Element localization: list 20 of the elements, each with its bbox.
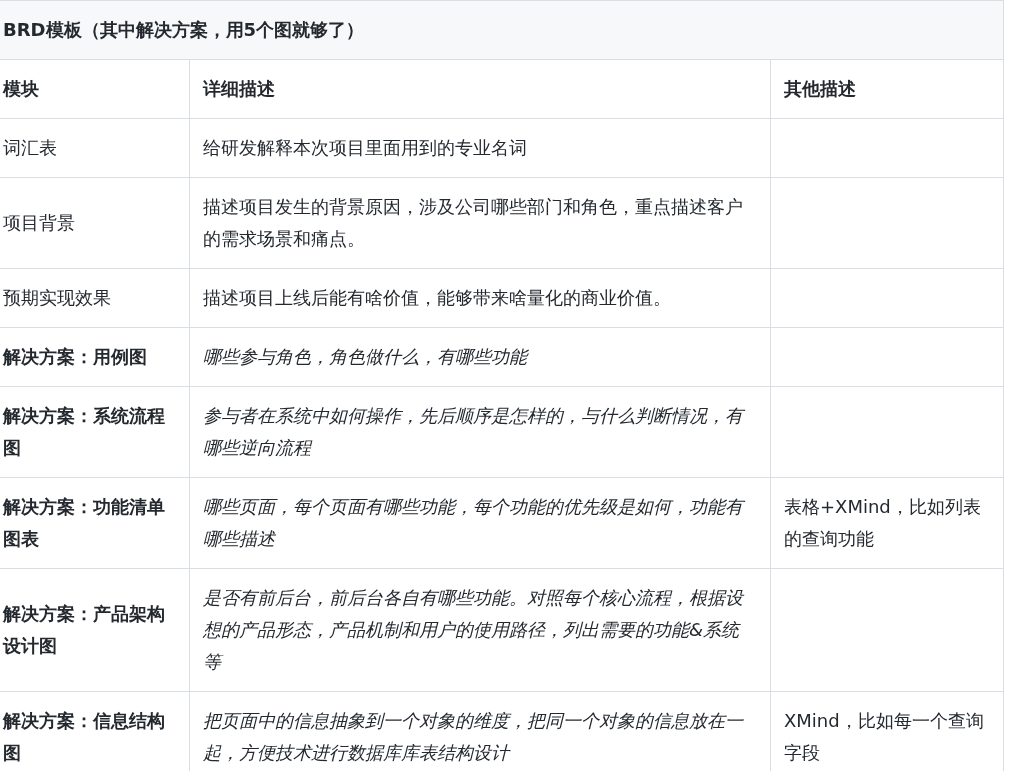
table-cell: 解决方案：系统流程图 (0, 386, 190, 478)
table-cell: 参与者在系统中如何操作，先后顺序是怎样的，与什么判断情况，有哪些逆向流程 (189, 386, 771, 478)
column-header: 详细描述 (189, 59, 771, 119)
column-header: 模块 (0, 59, 190, 119)
table-cell: 哪些参与角色，角色做什么，有哪些功能 (189, 327, 771, 387)
table-cell: 描述项目发生的背景原因，涉及公司哪些部门和角色，重点描述客户的需求场景和痛点。 (189, 177, 771, 269)
table-title: BRD模板（其中解决方案，用5个图就够了） (0, 0, 1004, 60)
table-cell: 解决方案：功能清单图表 (0, 477, 190, 569)
table-cell: 描述项目上线后能有啥价值，能够带来啥量化的商业价值。 (189, 268, 771, 328)
table-cell: 是否有前后台，前后台各自有哪些功能。对照每个核心流程，根据设想的产品形态，产品机制和用户的使用路径，列出需要的功能&系统等 (189, 568, 771, 692)
table-cell: 解决方案：信息结构图 (0, 691, 190, 771)
table-cell: 表格+XMind，比如列表的查询功能 (770, 477, 1004, 569)
table-cell: 给研发解释本次项目里面用到的专业名词 (189, 118, 771, 178)
column-header: 其他描述 (770, 59, 1004, 119)
table-cell: 预期实现效果 (0, 268, 190, 328)
table-cell: 哪些页面，每个页面有哪些功能，每个功能的优先级是如何，功能有哪些描述 (189, 477, 771, 569)
table-cell: 词汇表 (0, 118, 190, 178)
table-cell: 解决方案：用例图 (0, 327, 190, 387)
table-cell: 项目背景 (0, 177, 190, 269)
table-cell: 解决方案：产品架构设计图 (0, 568, 190, 692)
